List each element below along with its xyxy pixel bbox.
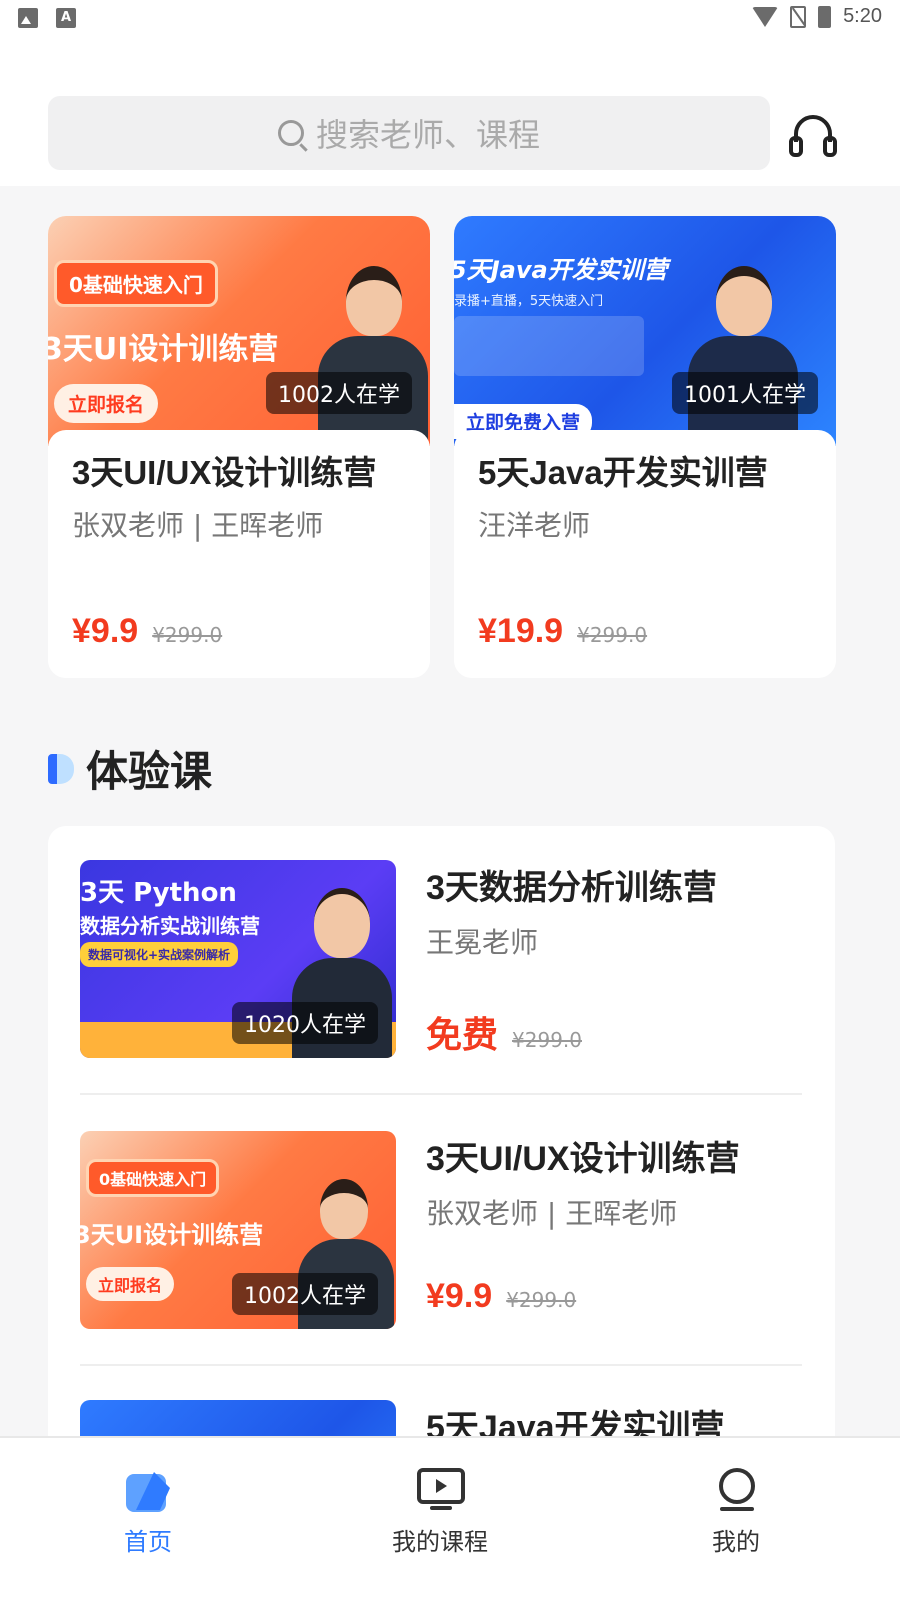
price-line: ¥9.9 ¥299.0: [426, 1277, 576, 1316]
tab-label: 我的: [712, 1528, 760, 1556]
trial-course-list: 3天 Python 数据分析实战训练营 数据可视化+实战案例解析 1020人在学…: [48, 826, 835, 1526]
learner-count: 1020人在学: [232, 1002, 378, 1044]
banner-tag: 0基础快速入门: [54, 260, 218, 307]
original-price: ¥299.0: [512, 1028, 582, 1052]
home-icon: [126, 1472, 170, 1512]
divider: [80, 1093, 802, 1095]
price-line: 免费 ¥299.0: [426, 1006, 582, 1058]
teacher-photo: [688, 266, 798, 446]
course-banner: 5天Java开发实训营 录播+直播，5天快速入门 立即免费入营 1001人在学: [454, 216, 836, 446]
original-price: ¥299.0: [152, 623, 223, 647]
course-title: 5天Java开发实训营: [478, 454, 768, 491]
search-input[interactable]: 搜索老师、课程: [48, 96, 770, 170]
user-icon: [719, 1468, 755, 1511]
list-item[interactable]: 3天 Python 数据分析实战训练营 数据可视化+实战案例解析 1020人在学…: [80, 860, 802, 1060]
teacher-photo: [318, 266, 428, 446]
banner-headline: 3天 Python: [80, 878, 237, 908]
divider: [80, 1364, 802, 1366]
course-teachers: 汪洋老师: [478, 509, 591, 542]
course-price: ¥9.9: [426, 1277, 493, 1315]
original-price: ¥299.0: [577, 623, 648, 647]
bottom-tab-bar: 首页 我的课程 我的: [0, 1436, 900, 1600]
tab-home[interactable]: 首页: [48, 1438, 248, 1568]
section-marker-icon: [48, 753, 74, 784]
banner-headline: 5天Java开发实训营: [454, 256, 668, 284]
course-thumbnail: 0基础快速入门 3天UI设计训练营 立即报名 1002人在学: [80, 1131, 396, 1329]
price-line: ¥19.9 ¥299.0: [478, 612, 647, 651]
banner-subtitle: 数据分析实战训练营: [80, 914, 260, 938]
banner-feature-box: [454, 316, 644, 376]
course-price: ¥19.9: [478, 612, 564, 650]
price-line: ¥9.9 ¥299.0: [72, 612, 222, 651]
no-sim-icon: [790, 5, 807, 28]
banner-headline: 3天UI设计训练营: [48, 332, 279, 367]
headset-icon[interactable]: [788, 110, 838, 160]
course-thumbnail: 3天 Python 数据分析实战训练营 数据可视化+实战案例解析 1020人在学: [80, 860, 396, 1058]
banner-subtitle: 录播+直播，5天快速入门: [454, 294, 604, 309]
status-time: 5:20: [843, 5, 882, 27]
course-price: 免费: [426, 1014, 499, 1055]
wifi-icon: [752, 6, 779, 27]
enroll-button: 立即报名: [54, 384, 159, 423]
course-teachers: 张双老师 | 王晖老师: [72, 509, 324, 542]
featured-course-card[interactable]: 5天Java开发实训营 录播+直播，5天快速入门 立即免费入营 1001人在学 …: [454, 216, 836, 678]
tab-my-courses[interactable]: 我的课程: [340, 1438, 540, 1568]
section-title: 体验课: [86, 747, 213, 796]
search-placeholder: 搜索老师、课程: [315, 116, 540, 154]
battery-icon: [818, 5, 832, 28]
section-heading: 体验课: [48, 738, 212, 799]
banner-tag: 0基础快速入门: [86, 1159, 220, 1197]
tab-label: 首页: [124, 1528, 172, 1556]
learner-count: 1002人在学: [232, 1273, 378, 1315]
image-notification-icon: [18, 8, 38, 28]
course-title: 3天数据分析训练营: [426, 869, 717, 907]
course-info: 3天UI/UX设计训练营 张双老师 | 王晖老师: [426, 1131, 740, 1232]
font-notification-icon: A: [56, 8, 76, 28]
play-screen-icon: [417, 1468, 465, 1510]
search-icon: [277, 120, 304, 146]
tab-profile[interactable]: 我的: [636, 1438, 836, 1568]
enroll-button: 立即报名: [86, 1267, 175, 1301]
learner-count: 1001人在学: [672, 372, 818, 414]
original-price: ¥299.0: [506, 1288, 577, 1312]
status-bar: A 5:20: [0, 0, 900, 36]
featured-course-card[interactable]: 0基础快速入门 3天UI设计训练营 立即报名 1002人在学 3天UI/UX设计…: [48, 216, 430, 678]
course-title: 3天UI/UX设计训练营: [426, 1140, 740, 1178]
course-banner: 0基础快速入门 3天UI设计训练营 立即报名 1002人在学: [48, 216, 430, 446]
course-teachers: 王冕老师: [426, 926, 539, 959]
header: 搜索老师、课程: [0, 36, 900, 186]
banner-chip: 数据可视化+实战案例解析: [80, 942, 239, 967]
tab-label: 我的课程: [392, 1528, 488, 1556]
learner-count: 1002人在学: [266, 372, 412, 414]
course-price: ¥9.9: [72, 612, 139, 650]
list-item[interactable]: 0基础快速入门 3天UI设计训练营 立即报名 1002人在学 3天UI/UX设计…: [80, 1131, 802, 1331]
banner-headline: 3天UI设计训练营: [80, 1221, 264, 1249]
course-info: 3天数据分析训练营 王冕老师: [426, 860, 717, 961]
course-teachers: 张双老师 | 王晖老师: [426, 1197, 678, 1230]
course-title: 3天UI/UX设计训练营: [72, 454, 377, 491]
